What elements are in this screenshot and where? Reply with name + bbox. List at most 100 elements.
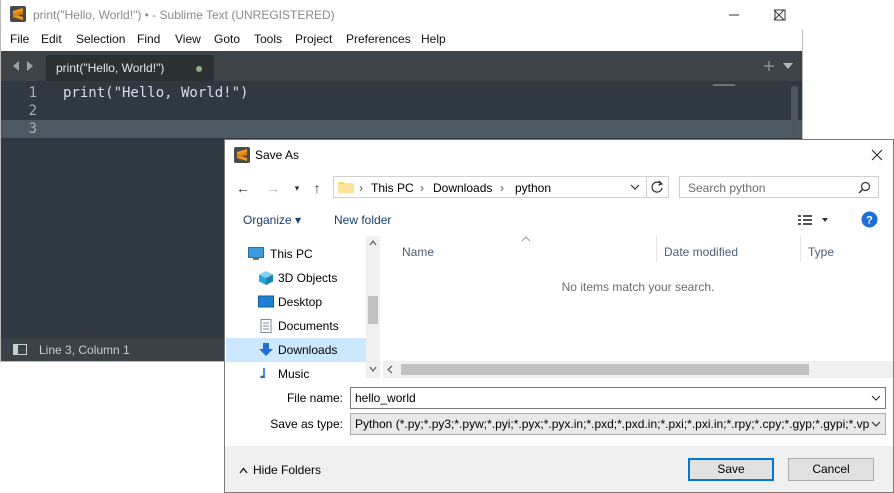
- menu-find[interactable]: Find: [137, 32, 160, 46]
- forward-arrow-icon[interactable]: →: [265, 180, 281, 196]
- tab-hello-world[interactable]: print("Hello, World!"): [46, 55, 214, 81]
- desktop-icon: [258, 295, 274, 308]
- search-icon[interactable]: [858, 181, 871, 194]
- hide-folders-toggle[interactable]: Hide Folders: [239, 463, 321, 477]
- save-as-type-select[interactable]: Python (*.py;*.py3;*.pyw;*.pyi;*.pyx;*.p…: [350, 413, 886, 435]
- close-icon[interactable]: [756, 2, 802, 28]
- file-list-hscrollbar[interactable]: [383, 361, 893, 378]
- cancel-button[interactable]: Cancel: [788, 458, 874, 481]
- pc-icon: [248, 247, 264, 260]
- plus-icon[interactable]: [763, 60, 775, 72]
- search-placeholder: Search python: [688, 181, 766, 195]
- empty-folder-message: No items match your search.: [561, 280, 715, 294]
- code-line-current: 3: [1, 120, 802, 138]
- menu-file[interactable]: File: [10, 32, 29, 46]
- file-list-pane[interactable]: Name Date modified Type No items match y…: [383, 236, 893, 378]
- nav-item-desktop[interactable]: Desktop: [226, 290, 366, 314]
- nav-item-3d-objects[interactable]: 3D Objects: [226, 266, 366, 290]
- chevron-down-icon[interactable]: [630, 183, 640, 191]
- nav-item-label: Music: [278, 367, 310, 378]
- back-arrow-icon[interactable]: ←: [235, 180, 251, 196]
- tab-bar: print("Hello, World!"): [1, 51, 802, 81]
- dialog-title: Save As: [255, 148, 300, 162]
- music-icon: [260, 368, 265, 378]
- file-name-input[interactable]: hello_world: [350, 387, 886, 409]
- column-header-type[interactable]: Type: [808, 245, 834, 259]
- chevron-down-icon[interactable]: [869, 391, 883, 405]
- chevron-down-icon[interactable]: [782, 61, 794, 71]
- hide-folders-label: Hide Folders: [253, 463, 322, 477]
- scroll-thumb[interactable]: [401, 364, 809, 375]
- nav-item-this-pc[interactable]: This PC: [226, 242, 366, 266]
- save-button[interactable]: Save: [688, 458, 774, 481]
- nav-item-downloads[interactable]: Downloads: [226, 338, 366, 362]
- dialog-footer: Hide Folders Save Cancel: [225, 446, 893, 492]
- menu-preferences[interactable]: Preferences: [346, 32, 411, 46]
- tab-label: print("Hello, World!"): [56, 61, 165, 75]
- refresh-icon[interactable]: [650, 180, 664, 194]
- chevron-left-icon[interactable]: [387, 365, 393, 374]
- column-divider[interactable]: [656, 236, 657, 262]
- up-arrow-icon[interactable]: ↑: [309, 180, 325, 196]
- line-number: 2: [28, 103, 37, 119]
- svg-text:?: ?: [866, 215, 873, 227]
- menu-edit[interactable]: Edit: [41, 32, 62, 46]
- navigation-pane: This PC 3D Objects Desktop Documents Dow…: [226, 236, 380, 378]
- breadcrumb-this-pc[interactable]: This PC: [371, 181, 414, 195]
- cursor-position: Line 3, Column 1: [39, 343, 130, 357]
- recent-locations-chevron-icon[interactable]: ▾: [289, 180, 305, 196]
- sublime-logo-icon: [10, 6, 26, 22]
- nav-item-label: Documents: [278, 319, 339, 333]
- editor-scrollbar[interactable]: [791, 86, 798, 138]
- breadcrumb-separator: ›: [359, 181, 363, 195]
- search-input[interactable]: Search python: [679, 176, 879, 198]
- column-header-name[interactable]: Name: [402, 245, 434, 259]
- file-name-label: File name:: [286, 391, 343, 405]
- column-header-date-modified[interactable]: Date modified: [664, 245, 738, 259]
- menu-selection[interactable]: Selection: [76, 32, 125, 46]
- scroll-thumb[interactable]: [368, 296, 378, 324]
- chevron-down-icon[interactable]: [369, 366, 377, 372]
- download-icon: [259, 343, 273, 356]
- breadcrumb-downloads[interactable]: Downloads: [433, 181, 492, 195]
- sidebar-toggle-icon[interactable]: [13, 344, 27, 355]
- close-icon[interactable]: [869, 147, 885, 163]
- file-name-value: hello_world: [355, 391, 416, 405]
- nav-item-music[interactable]: Music: [226, 362, 366, 378]
- title-bar: print("Hello, World!") • - Sublime Text …: [1, 0, 804, 30]
- breadcrumb-python[interactable]: python: [515, 181, 551, 195]
- menu-view[interactable]: View: [175, 32, 201, 46]
- menu-tools[interactable]: Tools: [254, 32, 282, 46]
- line-number: 1: [28, 85, 37, 101]
- new-folder-button[interactable]: New folder: [334, 213, 391, 227]
- save-as-type-label: Save as type:: [270, 417, 343, 431]
- breadcrumb-separator: ›: [500, 181, 504, 195]
- nav-item-documents[interactable]: Documents: [226, 314, 366, 338]
- window-title: print("Hello, World!") • - Sublime Text …: [33, 8, 335, 22]
- address-bar[interactable]: › This PC › Downloads › python: [333, 176, 669, 198]
- nav-item-label: Downloads: [278, 343, 338, 357]
- help-icon[interactable]: ?: [861, 211, 878, 228]
- spacer16-icon: [711, 2, 757, 28]
- view-options-icon[interactable]: [797, 214, 831, 226]
- code-line: 1 print("Hello, World!"): [1, 84, 802, 102]
- menu-project[interactable]: Project: [295, 32, 332, 46]
- file-name-row: File name: hello_world: [225, 385, 893, 411]
- chevron-up-icon: [239, 467, 248, 474]
- organize-button[interactable]: Organize ▾: [243, 213, 301, 227]
- save-as-type-row: Save as type: Python (*.py;*.py3;*.pyw;*…: [225, 411, 893, 437]
- chevron-down-icon[interactable]: [869, 417, 883, 431]
- menu-bar: File Edit Selection Find View Goto Tools…: [1, 30, 802, 50]
- menu-help[interactable]: Help: [421, 32, 446, 46]
- cube-icon: [259, 271, 273, 285]
- nav-pane-scrollbar[interactable]: [366, 236, 380, 378]
- menu-goto[interactable]: Goto: [214, 32, 240, 46]
- minimap[interactable]: [713, 84, 735, 86]
- unsaved-dot-icon[interactable]: [196, 66, 202, 72]
- code-line: 2: [1, 102, 802, 120]
- tab-nav-arrows-icon[interactable]: [11, 60, 37, 72]
- column-divider[interactable]: [800, 236, 801, 262]
- nav-item-label: Desktop: [278, 295, 323, 309]
- chevron-up-icon[interactable]: [369, 240, 377, 246]
- code-text: print("Hello, World!"): [63, 85, 249, 101]
